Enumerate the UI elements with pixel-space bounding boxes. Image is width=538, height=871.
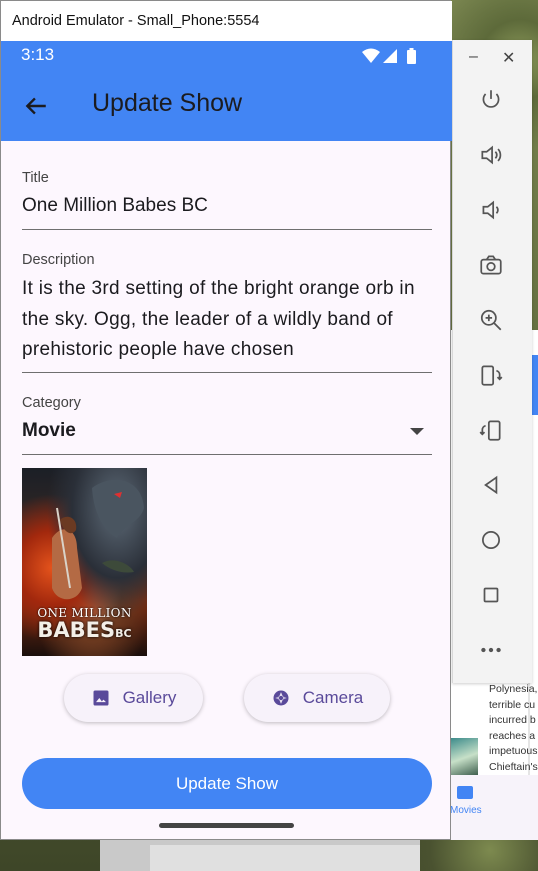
volume-down-icon[interactable] bbox=[477, 196, 505, 224]
background-description: Polynesia, terrible cu incurred b reache… bbox=[489, 682, 538, 775]
camera-shutter-icon bbox=[273, 690, 289, 706]
rotate-left-icon[interactable] bbox=[477, 361, 505, 389]
background-poster-thumbnail bbox=[450, 738, 478, 778]
rotate-right-icon[interactable] bbox=[477, 416, 505, 444]
poster-title-suffix: BC bbox=[115, 627, 132, 640]
background-desc-line: reaches a bbox=[489, 729, 536, 742]
camera-icon[interactable] bbox=[477, 251, 505, 279]
signal-icon bbox=[383, 49, 397, 63]
gallery-button[interactable]: Gallery bbox=[64, 674, 203, 722]
background-desc-line: terrible cu bbox=[489, 698, 536, 711]
nav-movies-label: Movies bbox=[450, 805, 482, 816]
status-time: 3:13 bbox=[21, 45, 55, 64]
battery-icon bbox=[407, 48, 416, 64]
more-icon[interactable] bbox=[477, 636, 505, 664]
category-dropdown[interactable]: Movie bbox=[22, 420, 76, 442]
poster-title-line2: BABESBC bbox=[22, 618, 147, 642]
image-icon bbox=[93, 690, 109, 706]
gallery-button-label: Gallery bbox=[122, 688, 177, 707]
title-input[interactable]: One Million Babes BC bbox=[22, 195, 208, 217]
emulator-toolbar: – ✕ bbox=[452, 40, 532, 683]
toolbar-minimize-button[interactable]: – bbox=[469, 48, 478, 66]
category-underline bbox=[22, 454, 432, 455]
title-underline bbox=[22, 229, 432, 230]
movies-icon bbox=[457, 786, 473, 799]
page-title: Update Show bbox=[92, 89, 243, 117]
background-desc-line: Polynesia, bbox=[489, 683, 538, 695]
poster-title-main: BABES bbox=[37, 618, 116, 642]
update-show-button[interactable]: Update Show bbox=[22, 758, 432, 809]
camera-button-label: Camera bbox=[302, 688, 364, 707]
power-icon[interactable] bbox=[477, 86, 505, 114]
status-bar: 3:13 bbox=[1, 41, 452, 71]
description-label: Description bbox=[22, 252, 95, 268]
background-desc-line: incurred b bbox=[489, 714, 536, 726]
app-bar: Update Show bbox=[1, 71, 452, 141]
overview-icon[interactable] bbox=[477, 581, 505, 609]
home-icon[interactable] bbox=[477, 526, 505, 554]
emulator-window: Android Emulator - Small_Phone:5554 3:13… bbox=[0, 0, 452, 840]
update-show-button-label: Update Show bbox=[175, 773, 279, 793]
background-desc-line: impetuous bbox=[489, 745, 538, 757]
show-poster-image: ONE MILLION BABESBC bbox=[22, 468, 147, 656]
dropdown-arrow-icon[interactable] bbox=[410, 428, 424, 435]
title-label: Title bbox=[22, 170, 49, 186]
toolbar-close-button[interactable]: ✕ bbox=[502, 48, 515, 68]
window-title: Android Emulator - Small_Phone:5554 bbox=[1, 1, 452, 41]
status-icons bbox=[362, 48, 416, 64]
description-input[interactable]: It is the 3rd setting of the bright oran… bbox=[22, 274, 422, 366]
zoom-icon[interactable] bbox=[477, 306, 505, 334]
background-desc-line: Chieftain's bbox=[489, 760, 538, 773]
back-arrow-icon[interactable] bbox=[23, 93, 49, 119]
wifi-icon bbox=[362, 48, 380, 63]
category-label: Category bbox=[22, 395, 81, 411]
back-icon[interactable] bbox=[477, 471, 505, 499]
background-strip bbox=[150, 845, 420, 871]
description-underline bbox=[22, 372, 432, 373]
home-indicator[interactable] bbox=[159, 823, 294, 828]
camera-button[interactable]: Camera bbox=[244, 674, 390, 722]
volume-up-icon[interactable] bbox=[477, 141, 505, 169]
